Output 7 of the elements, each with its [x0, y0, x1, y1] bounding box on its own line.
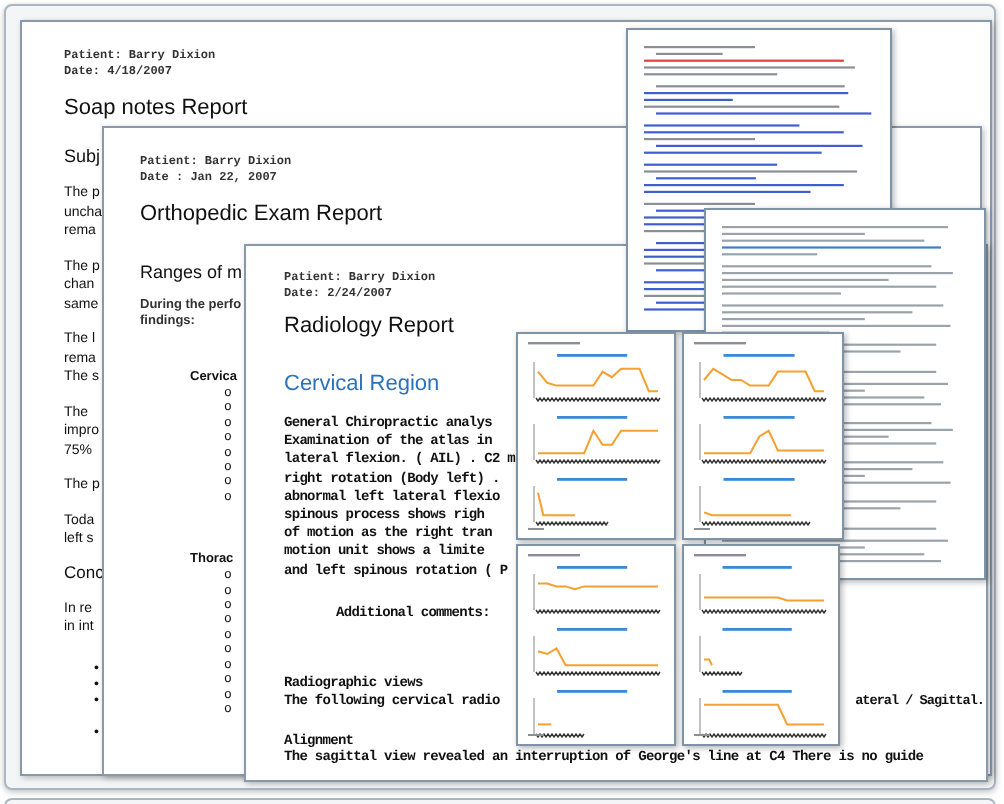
section-heading: Conc	[64, 559, 104, 583]
report-title: Radiology Report	[284, 314, 454, 338]
section-heading: Cervical Region	[284, 372, 440, 396]
report-title: Orthopedic Exam Report	[140, 202, 383, 226]
section-heading: Ranges of m	[140, 260, 243, 284]
section-heading: Subj	[64, 144, 101, 168]
report-title: Soap notes Report	[64, 96, 248, 120]
